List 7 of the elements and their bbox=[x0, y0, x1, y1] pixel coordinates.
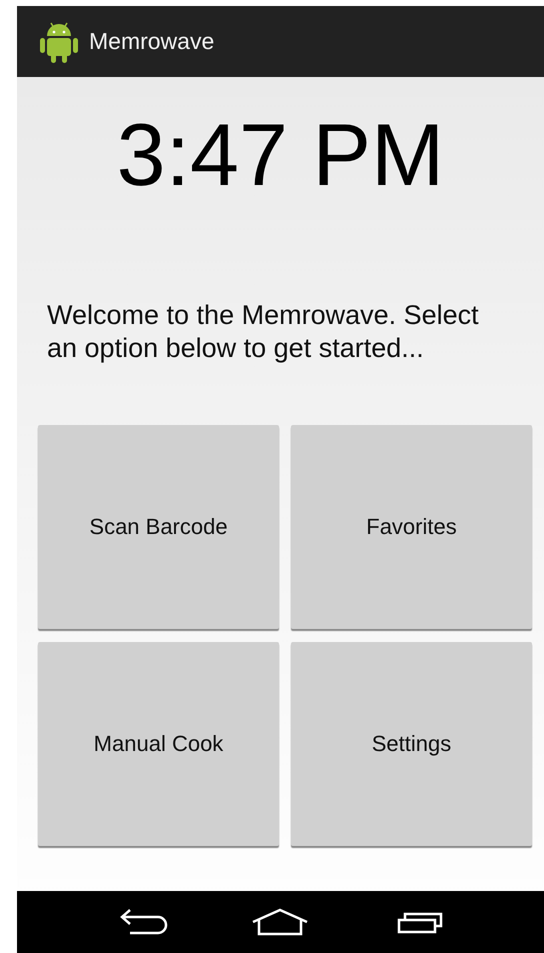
option-button[interactable]: Manual Cook bbox=[38, 642, 279, 846]
clock-time: 3:47 PM bbox=[116, 111, 444, 199]
option-button[interactable]: Scan Barcode bbox=[38, 424, 279, 629]
option-button[interactable]: Favorites bbox=[291, 424, 532, 629]
option-button[interactable]: Settings bbox=[291, 642, 532, 846]
app-title: Memrowave bbox=[89, 28, 214, 55]
welcome-text: Welcome to the Memrowave. Select an option below to get started... bbox=[47, 299, 480, 365]
